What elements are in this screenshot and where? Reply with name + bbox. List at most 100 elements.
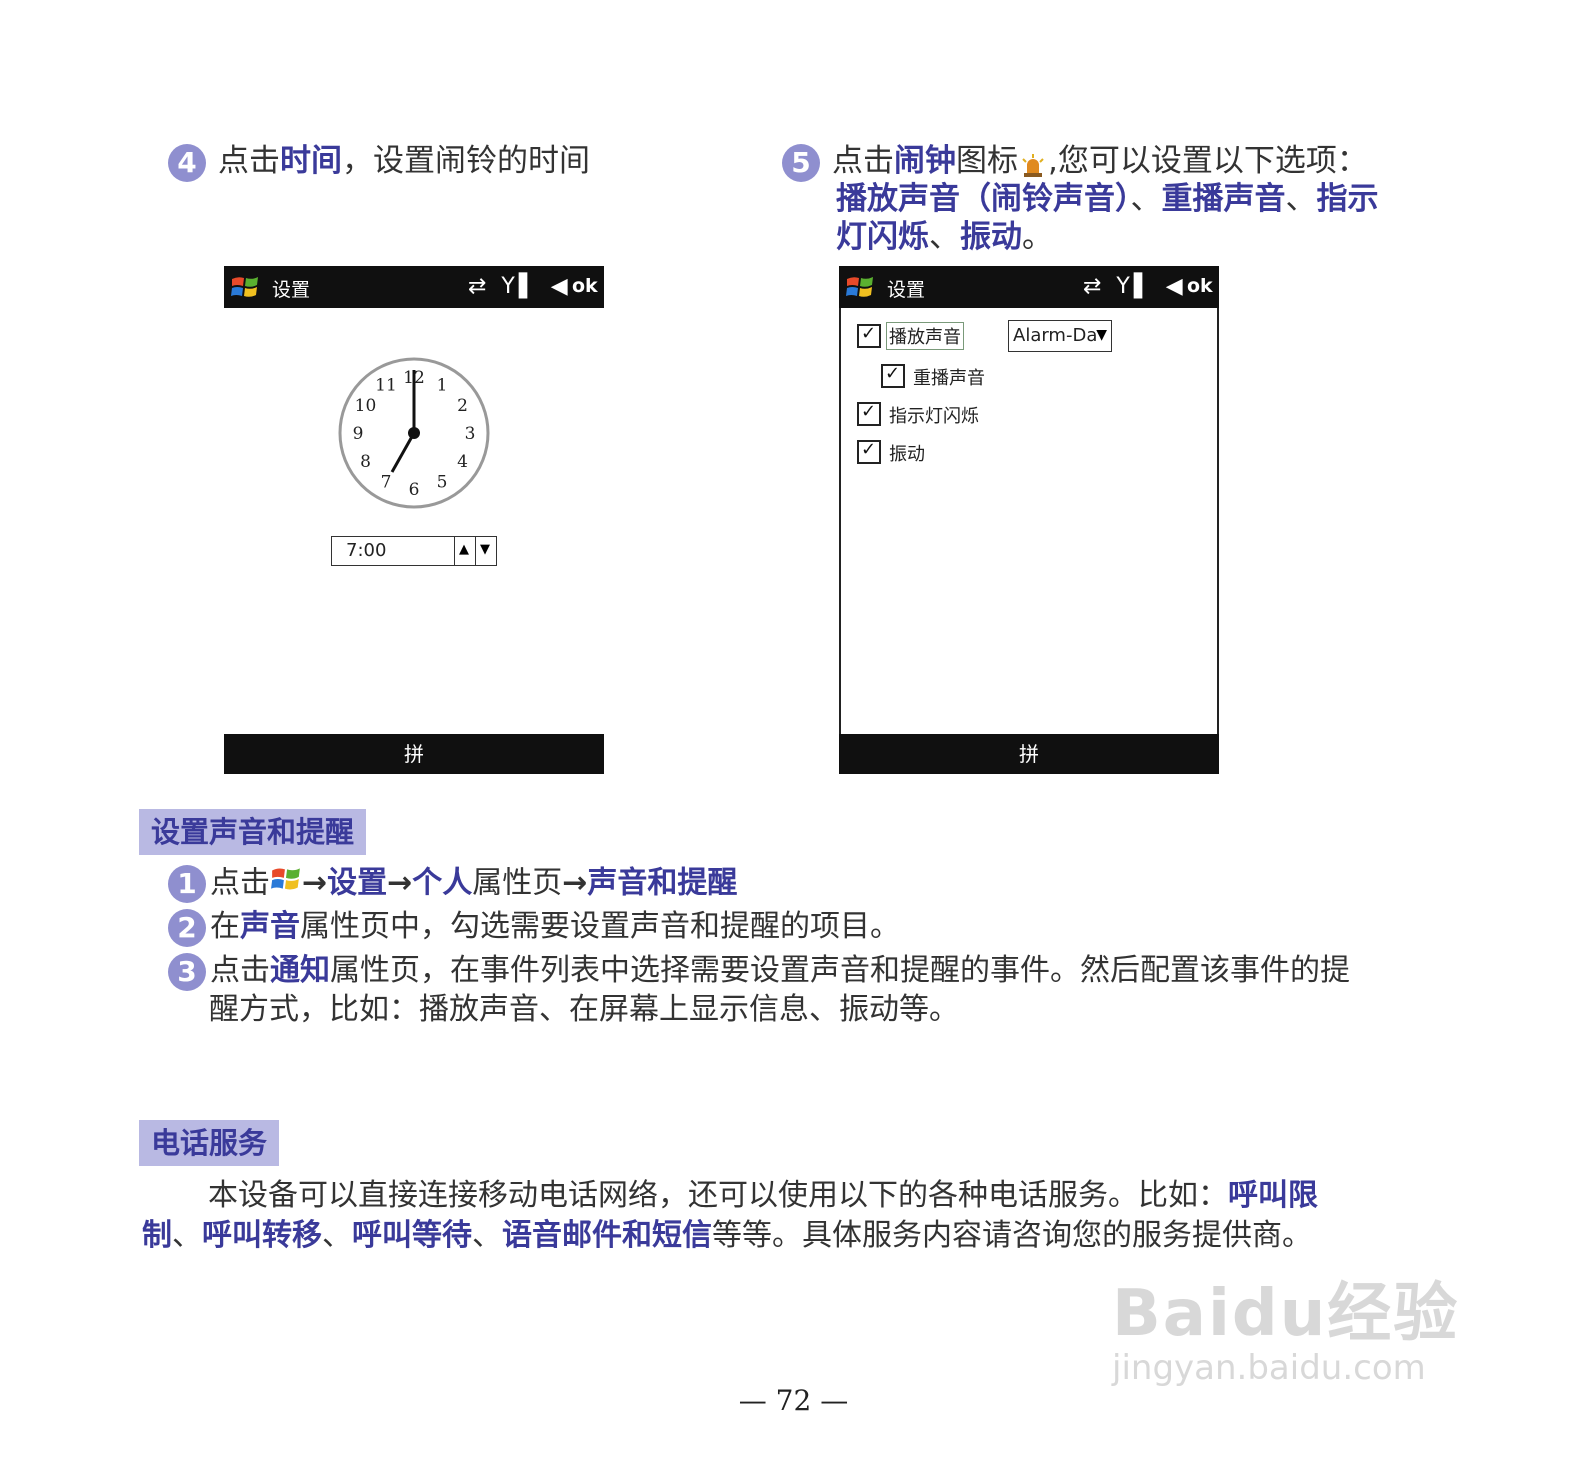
check-icon: ✓ — [861, 401, 877, 422]
item-text: 点击 — [210, 953, 270, 988]
alarm-sound-select[interactable]: Alarm-Da ▼ — [1008, 320, 1112, 352]
paragraph-text: 等等。具体服务内容请咨询您的服务提供商。 — [712, 1218, 1312, 1253]
item-keyword: 通知 — [270, 953, 330, 988]
vibrate-checkbox[interactable]: ✓ — [857, 439, 881, 464]
step-keyword: 时间 — [280, 143, 342, 179]
step-number: 4 — [168, 143, 206, 182]
clock-numeral: 1 — [437, 376, 448, 396]
item-keyword: 声音和提醒 — [587, 865, 738, 901]
step-keyword: 闹钟 — [894, 143, 956, 179]
period: 。 — [1022, 219, 1053, 255]
windows-start-icon[interactable] — [845, 273, 875, 301]
input-method-bar[interactable]: 拼 — [839, 734, 1219, 774]
separator: 、 — [929, 219, 960, 255]
clock-numeral: 9 — [353, 424, 364, 444]
service-keyword: 呼叫等待 — [352, 1218, 472, 1253]
status-icons: ⇄ Y▌ ◀ — [468, 274, 572, 299]
clock-numeral: 8 — [360, 452, 371, 472]
item-text: 属性页，在事件列表中选择需要设置声音和提醒的事件。然后配置该事件的提 — [330, 953, 1350, 988]
screen-title: 设置 — [272, 279, 311, 301]
option-keyword: 播放声音（闹铃声音） — [836, 181, 1131, 217]
ok-button[interactable]: ok — [572, 275, 598, 297]
windows-start-icon — [270, 864, 302, 904]
alarm-icon — [1020, 150, 1046, 177]
arrow-icon: → — [302, 865, 328, 901]
list-item-2: 2 在声音属性页中，勾选需要设置声音和提醒的项目。 — [168, 908, 900, 947]
step-text: 点击 — [832, 143, 894, 179]
step-5-line2: 播放声音（闹铃声音）、重播声音、指示 — [836, 180, 1379, 218]
item-text: 属性页 — [472, 865, 563, 901]
service-keyword: 制 — [142, 1218, 172, 1253]
service-keyword: 语音邮件和短信 — [502, 1218, 712, 1253]
clock-numeral: 5 — [437, 473, 448, 493]
option-keyword: 振动 — [960, 219, 1022, 255]
step-4-title: 4 点击时间，设置闹铃的时间 — [168, 142, 590, 182]
led-flash-label: 指示灯闪烁 — [889, 406, 979, 427]
check-icon: ✓ — [885, 363, 901, 384]
windows-start-icon[interactable] — [230, 273, 260, 301]
clock-numeral: 11 — [375, 376, 397, 396]
screen-title: 设置 — [887, 279, 926, 301]
item-text: 属性页中，勾选需要设置声音和提醒的项目。 — [300, 909, 900, 944]
led-flash-checkbox[interactable]: ✓ — [857, 401, 881, 426]
paragraph-line-1: 本设备可以直接连接移动电话网络，还可以使用以下的各种电话服务。比如：呼叫限 — [142, 1176, 1412, 1216]
watermark-url: jingyan.baidu.com — [1112, 1348, 1426, 1388]
section-heading-phone: 电话服务 — [139, 1120, 280, 1166]
step-5-title: 5 点击闹钟图标 ,您可以设置以下选项： — [782, 142, 1422, 182]
step-number: 3 — [168, 952, 206, 991]
arrow-icon: → — [562, 865, 588, 901]
separator: 、 — [1130, 181, 1162, 217]
check-icon: ✓ — [861, 439, 877, 460]
up-arrow-icon: ▲ — [459, 542, 469, 557]
title-bar: 设置 ⇄ Y▌ ◀ ok — [224, 266, 604, 308]
clock-numeral: 10 — [355, 396, 377, 416]
play-sound-checkbox[interactable]: ✓ — [857, 323, 881, 348]
analog-clock[interactable]: 121234567891011 — [337, 356, 491, 510]
step-text: 点击 — [218, 143, 280, 179]
status-icons: ⇄ Y▌ ◀ — [1083, 274, 1187, 299]
input-method-bar[interactable]: 拼 — [224, 734, 604, 774]
time-down-button[interactable]: ▼ — [475, 537, 496, 565]
vibrate-label: 振动 — [889, 444, 925, 465]
item-text: 点击 — [210, 865, 270, 901]
service-keyword: 呼叫转移 — [202, 1218, 322, 1253]
time-value: 7:00 — [346, 540, 387, 561]
baidu-watermark: Baidu经验 jingyan.baidu.com — [1112, 1262, 1459, 1388]
step-text: ，设置闹铃的时间 — [342, 143, 590, 179]
option-keyword: 重播声音 — [1161, 181, 1286, 217]
step-5-line3: 灯闪烁、振动。 — [836, 218, 1053, 256]
option-keyword: 灯闪烁 — [836, 219, 929, 255]
clock-numeral: 2 — [457, 396, 468, 416]
screen-body: ✓ 播放声音 Alarm-Da ▼ ✓ 重播声音 ✓ 指示灯闪烁 ✓ 振动 — [841, 308, 1221, 734]
play-sound-label: 播放声音 — [886, 322, 964, 350]
check-icon: ✓ — [861, 323, 877, 344]
arrow-icon: → — [387, 865, 413, 901]
watermark-logo-text: Baidu经验 — [1112, 1277, 1460, 1351]
step-text: 图标 — [956, 143, 1018, 179]
service-keyword: 呼叫限 — [1228, 1178, 1318, 1213]
clock-numeral: 7 — [381, 473, 392, 493]
time-up-button[interactable]: ▲ — [454, 537, 475, 565]
step-number: 1 — [168, 865, 206, 903]
ok-button[interactable]: ok — [1187, 275, 1213, 297]
alarm-options-screen: 设置 ⇄ Y▌ ◀ ok ✓ 播放声音 Alarm-Da ▼ ✓ 重播声音 ✓ … — [839, 266, 1219, 774]
down-arrow-icon: ▼ — [480, 542, 490, 557]
paragraph-text: 本设备可以直接连接移动电话网络，还可以使用以下的各种电话服务。比如： — [208, 1178, 1228, 1213]
item-keyword: 个人 — [412, 865, 473, 901]
paragraph-line-2: 制、呼叫转移、呼叫等待、语音邮件和短信等等。具体服务内容请咨询您的服务提供商。 — [142, 1216, 1412, 1256]
repeat-sound-checkbox[interactable]: ✓ — [881, 363, 905, 388]
clock-numeral: 6 — [409, 480, 420, 500]
select-value: Alarm-Da — [1013, 325, 1098, 346]
screen-body: 121234567891011 7:00 ▲ ▼ — [224, 308, 604, 734]
option-keyword: 指示 — [1316, 181, 1379, 217]
title-bar: 设置 ⇄ Y▌ ◀ ok — [839, 266, 1219, 308]
item-keyword: 设置 — [327, 865, 388, 901]
phone-services-paragraph: 本设备可以直接连接移动电话网络，还可以使用以下的各种电话服务。比如：呼叫限 制 、… — [142, 1176, 1412, 1256]
item-keyword: 声音 — [240, 909, 300, 944]
repeat-sound-label: 重播声音 — [913, 368, 985, 389]
list-item-3-line2: 醒方式，比如：播放声音、在屏幕上显示信息、振动等。 — [209, 992, 959, 1027]
time-input[interactable]: 7:00 ▲ ▼ — [331, 536, 497, 566]
separator: 、 — [322, 1218, 352, 1253]
list-item-3: 3 点击通知属性页，在事件列表中选择需要设置声音和提醒的事件。然后配置该事件的提 — [168, 952, 1428, 991]
step-number: 5 — [782, 143, 820, 182]
